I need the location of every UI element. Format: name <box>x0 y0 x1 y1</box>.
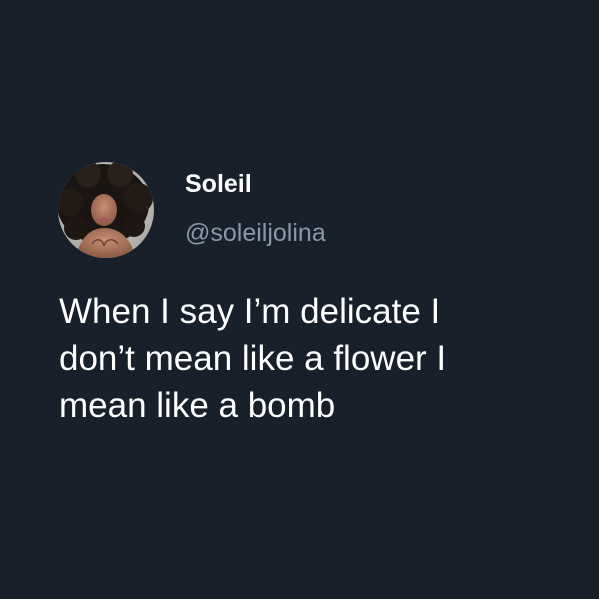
display-name[interactable]: Soleil <box>185 169 252 199</box>
user-handle[interactable]: @soleiljolina <box>185 218 326 248</box>
avatar[interactable] <box>58 162 154 258</box>
tweet-line: mean like a bomb <box>59 386 336 425</box>
tweet-line: When I say I’m delicate I <box>59 292 441 331</box>
tweet-text: When I say I’m delicate I don’t mean lik… <box>59 288 559 429</box>
tweet-card: Soleil @soleiljolina When I say I’m deli… <box>0 0 599 599</box>
tweet-line: don’t mean like a flower I <box>59 339 447 378</box>
profile-photo-icon <box>58 162 154 258</box>
